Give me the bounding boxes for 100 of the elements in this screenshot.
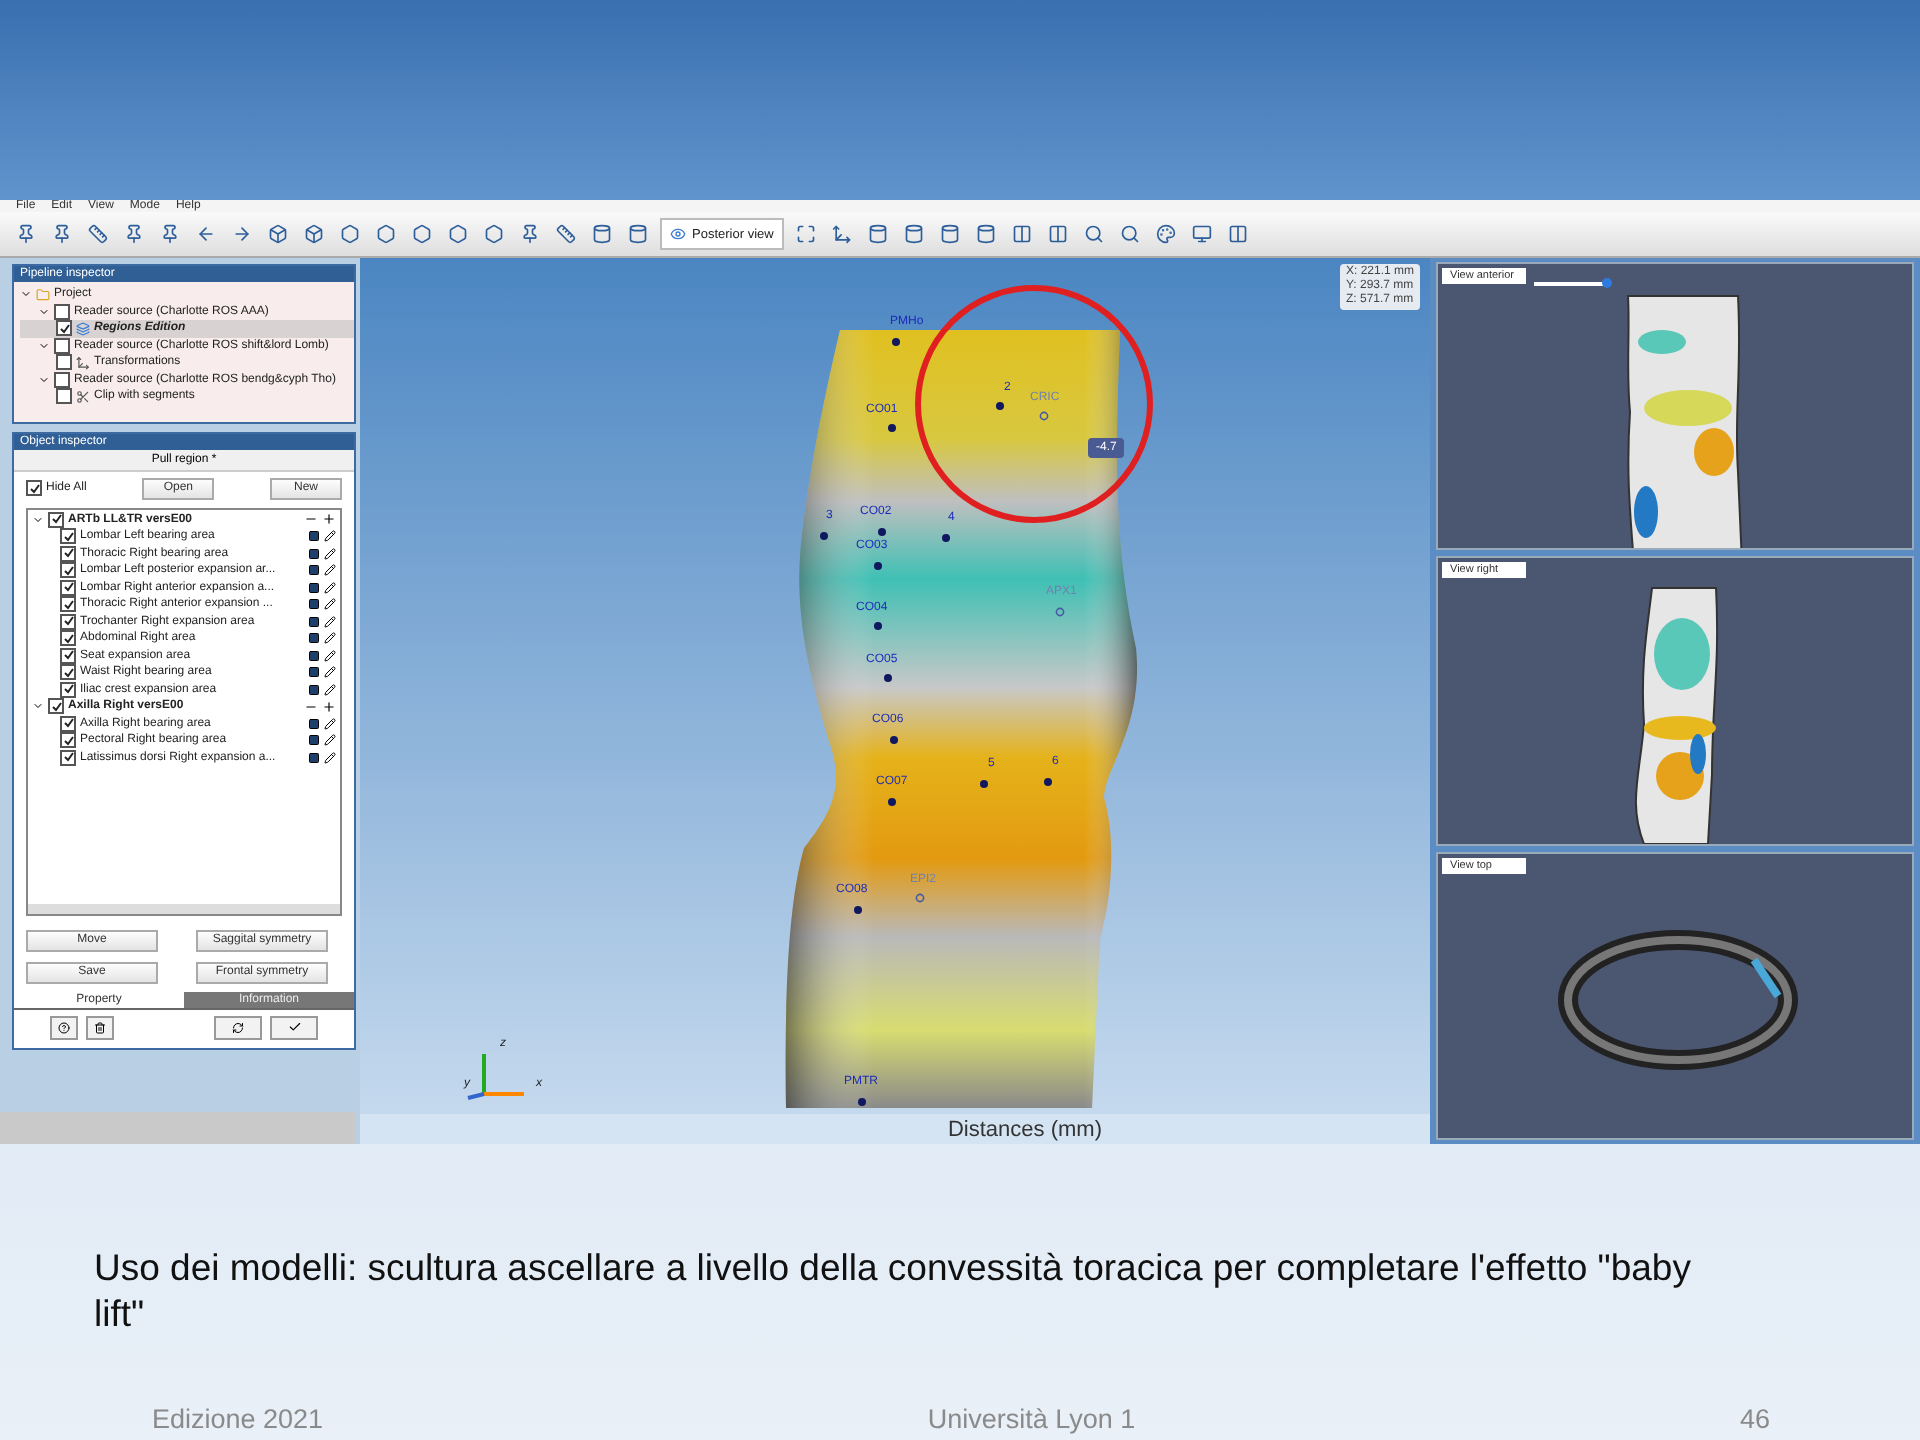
checkbox[interactable] bbox=[60, 596, 76, 613]
checkbox[interactable] bbox=[60, 749, 76, 766]
landmark-marker[interactable] bbox=[884, 674, 892, 682]
cylinder-icon[interactable] bbox=[588, 220, 616, 248]
landmark-marker[interactable] bbox=[1044, 778, 1052, 786]
monitor-icon[interactable] bbox=[1187, 220, 1216, 248]
checkbox[interactable] bbox=[56, 320, 72, 337]
pencil-icon[interactable] bbox=[324, 717, 336, 730]
color-swatch-icon[interactable] bbox=[308, 734, 320, 747]
pencil-icon[interactable] bbox=[324, 666, 336, 679]
landmark-marker[interactable] bbox=[820, 532, 828, 540]
ruler-icon[interactable] bbox=[84, 220, 112, 248]
pencil-icon[interactable] bbox=[324, 649, 336, 662]
palette-icon[interactable] bbox=[1151, 220, 1180, 248]
pencil-icon[interactable] bbox=[324, 547, 336, 560]
pencil-icon[interactable] bbox=[324, 581, 336, 594]
landmark-marker[interactable] bbox=[980, 780, 988, 788]
slider-thumb[interactable] bbox=[1601, 278, 1612, 288]
check-icon bbox=[287, 1020, 301, 1034]
color-swatch-icon[interactable] bbox=[308, 632, 320, 645]
color-swatch-icon[interactable] bbox=[308, 530, 320, 543]
box-icon[interactable] bbox=[264, 220, 292, 248]
folder-icon bbox=[36, 287, 50, 302]
hexagon-icon[interactable] bbox=[408, 220, 436, 248]
checkbox[interactable] bbox=[60, 562, 76, 579]
delete-button[interactable] bbox=[86, 1015, 114, 1039]
pencil-icon[interactable] bbox=[324, 751, 336, 764]
color-swatch-icon[interactable] bbox=[308, 581, 320, 594]
color-swatch-icon[interactable] bbox=[308, 598, 320, 611]
color-swatch-icon[interactable] bbox=[308, 615, 320, 628]
pencil-icon[interactable] bbox=[324, 598, 336, 611]
pencil-icon[interactable] bbox=[324, 683, 336, 696]
scrollbar[interactable] bbox=[28, 903, 340, 913]
checkbox[interactable] bbox=[54, 371, 70, 388]
scissors-icon bbox=[76, 389, 90, 404]
landmark-marker[interactable] bbox=[878, 528, 886, 536]
confirm-button[interactable] bbox=[270, 1015, 318, 1039]
checkbox[interactable] bbox=[60, 664, 76, 681]
hexagon-icon[interactable] bbox=[480, 220, 508, 248]
plus-icon[interactable] bbox=[322, 512, 336, 527]
color-swatch-icon[interactable] bbox=[308, 666, 320, 679]
pencil-icon[interactable] bbox=[324, 564, 336, 577]
pencil-icon[interactable] bbox=[324, 615, 336, 628]
cylinder-icon[interactable] bbox=[624, 220, 652, 248]
landmark-marker[interactable] bbox=[888, 424, 896, 432]
landmark-marker[interactable] bbox=[874, 622, 882, 630]
landmark-marker[interactable] bbox=[858, 1098, 866, 1106]
cube-icon[interactable] bbox=[300, 220, 328, 248]
pencil-icon[interactable] bbox=[324, 632, 336, 645]
hexagon-icon[interactable] bbox=[336, 220, 364, 248]
color-swatch-icon[interactable] bbox=[308, 564, 320, 577]
hexagon-icon[interactable] bbox=[444, 220, 472, 248]
ruler-icon[interactable] bbox=[552, 220, 580, 248]
checkbox[interactable] bbox=[60, 613, 76, 630]
landmark-marker[interactable] bbox=[1055, 607, 1065, 617]
color-swatch-icon[interactable] bbox=[308, 649, 320, 662]
axis-gizmo-drawing bbox=[467, 1054, 524, 1100]
help-icon bbox=[58, 1021, 70, 1033]
checkbox[interactable] bbox=[54, 303, 70, 320]
checkbox[interactable] bbox=[48, 698, 64, 715]
footer-university: Università Lyon 1 bbox=[925, 1404, 1138, 1434]
landmark-marker[interactable] bbox=[874, 562, 882, 570]
checkbox[interactable] bbox=[56, 388, 72, 405]
color-swatch-icon[interactable] bbox=[308, 717, 320, 730]
landmark-marker[interactable] bbox=[915, 893, 925, 903]
pencil-icon[interactable] bbox=[324, 734, 336, 747]
checkbox[interactable] bbox=[60, 681, 76, 698]
checkbox[interactable] bbox=[60, 647, 76, 664]
layers-icon bbox=[76, 321, 90, 336]
page-number: 46 bbox=[1739, 1404, 1770, 1434]
color-swatch-icon[interactable] bbox=[308, 547, 320, 560]
checkbox[interactable] bbox=[60, 630, 76, 647]
landmark-marker[interactable] bbox=[996, 402, 1004, 410]
color-swatch-icon[interactable] bbox=[308, 683, 320, 696]
checkbox[interactable] bbox=[60, 732, 76, 749]
plus-icon[interactable] bbox=[322, 699, 336, 714]
checkbox[interactable] bbox=[26, 480, 42, 496]
refresh-icon bbox=[232, 1021, 244, 1033]
checkbox[interactable] bbox=[60, 579, 76, 596]
refresh-button[interactable] bbox=[214, 1015, 262, 1039]
pencil-icon[interactable] bbox=[324, 530, 336, 543]
checkbox[interactable] bbox=[48, 511, 64, 528]
help-button[interactable] bbox=[50, 1015, 78, 1039]
landmark-marker[interactable] bbox=[892, 338, 900, 346]
checkbox[interactable] bbox=[60, 715, 76, 732]
checkbox[interactable] bbox=[56, 354, 72, 371]
checkbox[interactable] bbox=[60, 545, 76, 562]
move-icon[interactable] bbox=[827, 220, 856, 248]
checkbox[interactable] bbox=[60, 528, 76, 545]
landmark-marker[interactable] bbox=[890, 736, 898, 744]
trash-icon bbox=[94, 1021, 106, 1033]
footer-edition: Edizione 2021 bbox=[152, 1404, 324, 1434]
slide-caption: Uso dei modelli: scultura ascellare a livello della convessità toracica per completare l'effetto "baby lift" bbox=[92, 1244, 1693, 1338]
eye-icon bbox=[670, 226, 686, 242]
landmark-marker[interactable] bbox=[888, 798, 896, 806]
landmark-marker[interactable] bbox=[942, 534, 950, 542]
color-swatch-icon[interactable] bbox=[308, 751, 320, 764]
hexagon-icon[interactable] bbox=[372, 220, 400, 248]
landmark-marker[interactable] bbox=[1039, 411, 1049, 421]
landmark-marker[interactable] bbox=[854, 906, 862, 914]
